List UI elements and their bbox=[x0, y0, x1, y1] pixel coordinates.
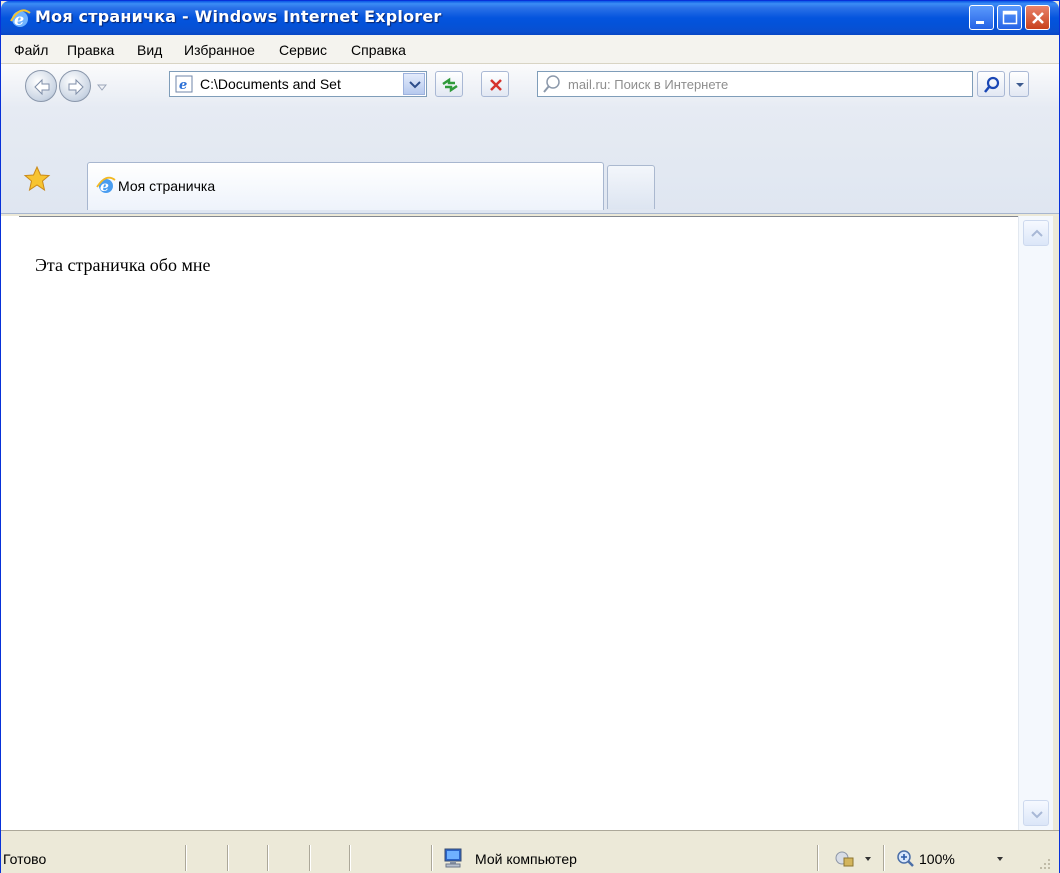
svg-text:e: e bbox=[14, 10, 24, 29]
menu-view[interactable]: Вид bbox=[137, 42, 162, 58]
minimize-icon bbox=[976, 21, 984, 24]
security-zone: Мой компьютер bbox=[475, 851, 577, 867]
minimize-button[interactable] bbox=[969, 5, 994, 30]
search-options-button[interactable] bbox=[1009, 71, 1029, 97]
close-button[interactable] bbox=[1025, 5, 1050, 30]
ie-icon: e bbox=[96, 176, 116, 195]
chevron-down-icon bbox=[1031, 811, 1043, 819]
stop-button[interactable] bbox=[481, 71, 509, 97]
address-dropdown-button[interactable] bbox=[403, 73, 425, 95]
forward-arrow-icon bbox=[68, 78, 84, 96]
recent-pages-dropdown-icon[interactable] bbox=[97, 82, 107, 92]
status-separator bbox=[883, 845, 884, 871]
chevron-up-icon bbox=[1031, 229, 1043, 237]
computer-icon bbox=[444, 848, 462, 868]
forward-button[interactable] bbox=[59, 70, 91, 102]
address-input[interactable]: C:\Documents and Set bbox=[200, 76, 396, 92]
magnifier-icon[interactable] bbox=[895, 849, 917, 869]
menu-help[interactable]: Справка bbox=[351, 42, 406, 58]
magnifier-icon bbox=[984, 76, 1000, 93]
svg-text:e: e bbox=[179, 78, 187, 93]
window-title: Моя страничка - Windows Internet Explore… bbox=[35, 7, 442, 26]
status-separator bbox=[267, 845, 268, 871]
tab-divider bbox=[1, 213, 1059, 214]
menu-file[interactable]: Файл bbox=[14, 42, 48, 58]
vertical-scrollbar[interactable] bbox=[1018, 216, 1053, 830]
stop-icon bbox=[490, 79, 502, 91]
chevron-down-icon bbox=[1016, 83, 1024, 87]
search-box[interactable]: mail.ru: Поиск в Интернете bbox=[537, 71, 973, 97]
tab-active[interactable]: e Моя страничка bbox=[87, 162, 604, 210]
maximize-button[interactable] bbox=[997, 5, 1022, 30]
status-bar: Готово Мой компьютер 100% bbox=[1, 830, 1059, 873]
chevron-down-icon[interactable] bbox=[995, 854, 1005, 864]
zoom-level[interactable]: 100% bbox=[919, 851, 955, 867]
search-input[interactable]: mail.ru: Поиск в Интернете bbox=[568, 77, 728, 92]
new-tab-button[interactable] bbox=[607, 165, 655, 209]
status-separator bbox=[227, 845, 228, 871]
tab-label: Моя страничка bbox=[118, 178, 216, 194]
menu-favorites[interactable]: Избранное bbox=[184, 42, 255, 58]
chevron-down-icon bbox=[409, 81, 421, 89]
scroll-down-button[interactable] bbox=[1023, 800, 1049, 826]
status-separator bbox=[431, 845, 432, 871]
page-icon: e bbox=[175, 75, 193, 93]
tab-bar: e Моя страничка bbox=[1, 108, 1059, 214]
resize-grip-icon[interactable] bbox=[1031, 855, 1053, 871]
status-text: Готово bbox=[3, 851, 47, 867]
status-separator bbox=[185, 845, 186, 871]
page-text: Эта страничка обо мне bbox=[35, 255, 211, 275]
search-icon bbox=[543, 75, 560, 93]
close-icon bbox=[1032, 12, 1044, 24]
back-button[interactable] bbox=[25, 70, 57, 102]
menu-bar: Файл Правка Вид Избранное Сервис Справка bbox=[1, 35, 1059, 64]
address-bar[interactable]: e C:\Documents and Set bbox=[169, 71, 427, 97]
star-icon[interactable] bbox=[23, 165, 51, 193]
status-separator bbox=[817, 845, 818, 871]
navigation-bar: e C:\Documents and Set mail.ru: Поиск в … bbox=[1, 64, 1059, 108]
refresh-button[interactable] bbox=[435, 71, 463, 97]
maximize-icon bbox=[1002, 10, 1018, 25]
back-arrow-icon bbox=[34, 78, 50, 96]
refresh-icon bbox=[442, 77, 458, 93]
menu-tools[interactable]: Сервис bbox=[279, 42, 327, 58]
title-bar[interactable]: e Моя страничка - Windows Internet Explo… bbox=[1, 1, 1059, 35]
ie-icon: e bbox=[10, 9, 31, 29]
content-margin bbox=[1, 216, 19, 830]
search-button[interactable] bbox=[977, 71, 1005, 97]
chevron-down-icon[interactable] bbox=[863, 854, 873, 864]
scroll-up-button[interactable] bbox=[1023, 220, 1049, 246]
menu-edit[interactable]: Правка bbox=[67, 42, 114, 58]
status-separator bbox=[309, 845, 310, 871]
status-separator bbox=[349, 845, 350, 871]
browser-window: e Моя страничка - Windows Internet Explo… bbox=[0, 0, 1060, 873]
protected-mode-icon[interactable] bbox=[833, 849, 855, 869]
page-content: Эта страничка обо мне bbox=[19, 216, 1018, 831]
